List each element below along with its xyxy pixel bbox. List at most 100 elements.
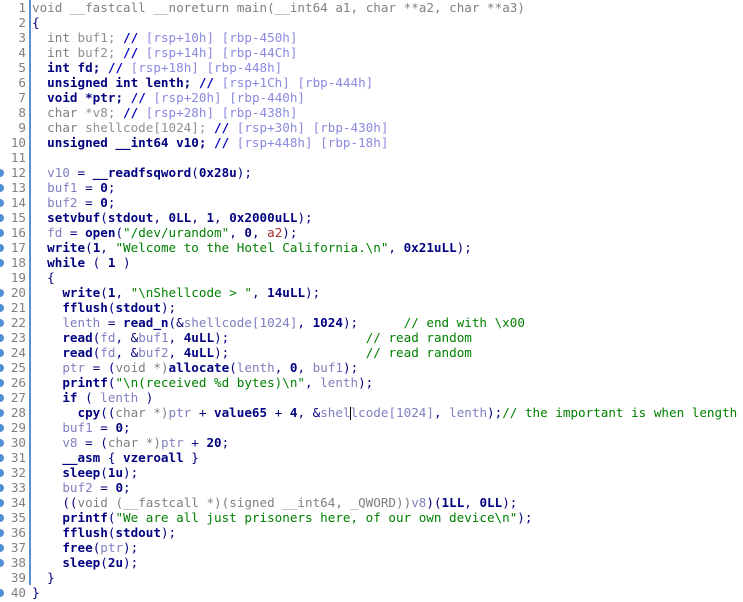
code-token[interactable]: fflush bbox=[62, 300, 108, 315]
code-token[interactable]: read bbox=[62, 330, 92, 345]
code-line[interactable]: 37 free(ptr); bbox=[0, 540, 743, 555]
code-token[interactable]: // end with \x00 bbox=[404, 315, 525, 330]
code-token[interactable]: __fastcall bbox=[70, 0, 153, 15]
code-text[interactable]: read(fd, &buf1, 4uLL); // read random bbox=[32, 330, 472, 345]
code-token[interactable]: ( bbox=[100, 210, 108, 225]
code-token[interactable]: 1 bbox=[206, 210, 214, 225]
code-token[interactable]: 14uLL bbox=[267, 285, 305, 300]
code-token[interactable]: v8 bbox=[411, 495, 426, 510]
code-line[interactable]: 15 setvbuf(stdout, 0LL, 1, 0x2000uLL); bbox=[0, 210, 743, 225]
code-token[interactable]: buf2 bbox=[62, 480, 92, 495]
code-token[interactable]: ; bbox=[108, 180, 116, 195]
code-token[interactable] bbox=[229, 330, 365, 345]
code-token[interactable]: , bbox=[100, 240, 115, 255]
code-token[interactable]: ; bbox=[123, 420, 131, 435]
code-token[interactable]: ; bbox=[115, 90, 130, 105]
code-token[interactable]: allocate bbox=[169, 360, 230, 375]
code-line[interactable]: 5 int fd; // [rsp+18h] [rbp-448h] bbox=[0, 60, 743, 75]
code-token[interactable] bbox=[32, 195, 47, 210]
code-token[interactable] bbox=[32, 330, 62, 345]
code-token[interactable]: , bbox=[297, 315, 312, 330]
code-line[interactable]: 4 int buf2; // [rsp+14h] [rbp-44Ch] bbox=[0, 45, 743, 60]
code-token[interactable]: // bbox=[123, 105, 138, 120]
code-token[interactable] bbox=[32, 420, 62, 435]
code-token[interactable]: *)( bbox=[206, 495, 229, 510]
code-line[interactable]: 16 fd = open("/dev/urandom", 0, a2); bbox=[0, 225, 743, 240]
code-token[interactable]: ( bbox=[267, 0, 275, 15]
code-token[interactable]: char bbox=[47, 105, 85, 120]
code-token[interactable]: // bbox=[123, 30, 138, 45]
code-token[interactable]: , bbox=[191, 210, 206, 225]
code-text[interactable]: setvbuf(stdout, 0LL, 1, 0x2000uLL); bbox=[32, 210, 312, 225]
code-token[interactable] bbox=[358, 315, 404, 330]
code-token[interactable]: = bbox=[100, 315, 123, 330]
code-line[interactable]: 18 while ( 1 ) bbox=[0, 255, 743, 270]
code-token[interactable]: char bbox=[115, 405, 153, 420]
code-token[interactable]: ptr bbox=[100, 540, 123, 555]
code-text[interactable]: unsigned __int64 v10; // [rsp+448h] [rbp… bbox=[32, 135, 388, 150]
code-token[interactable]: write bbox=[62, 285, 100, 300]
code-token[interactable]: } bbox=[32, 585, 40, 600]
code-token[interactable] bbox=[32, 465, 62, 480]
code-line[interactable]: 1 void __fastcall __noreturn main(__int64… bbox=[0, 0, 743, 15]
code-text[interactable]: buf1 = 0; bbox=[32, 420, 131, 435]
code-text[interactable]: ((void (__fastcall *)(signed __int64, _Q… bbox=[32, 495, 517, 510]
code-text[interactable]: void __fastcall __noreturn main(__int64 … bbox=[32, 0, 525, 15]
code-token[interactable]: lenth bbox=[62, 315, 100, 330]
code-line[interactable]: 25 ptr = (void *)allocate(lenth, 0, buf1… bbox=[0, 360, 743, 375]
code-token[interactable]: ); bbox=[123, 465, 138, 480]
code-token[interactable]: ); bbox=[214, 330, 229, 345]
code-token[interactable]: __noreturn bbox=[153, 0, 236, 15]
code-token[interactable]: { bbox=[100, 450, 123, 465]
code-text[interactable]: ptr = (void *)allocate(lenth, 0, buf1); bbox=[32, 360, 358, 375]
code-token[interactable] bbox=[32, 255, 47, 270]
code-token[interactable]: // bbox=[108, 60, 123, 75]
code-line[interactable]: 32 sleep(1u); bbox=[0, 465, 743, 480]
code-text[interactable]: sleep(2u); bbox=[32, 555, 138, 570]
code-token[interactable] bbox=[32, 540, 62, 555]
code-token[interactable]: void bbox=[115, 360, 153, 375]
code-token[interactable]: if bbox=[62, 390, 77, 405]
code-token[interactable]: ( bbox=[229, 360, 237, 375]
code-token[interactable]: ); bbox=[123, 540, 138, 555]
code-text[interactable]: fflush(stdout); bbox=[32, 525, 176, 540]
code-text[interactable]: cpy((char *)ptr + value65 + 4, &shellcod… bbox=[32, 405, 743, 420]
code-token[interactable]: read_n bbox=[123, 315, 169, 330]
code-line[interactable]: 28 cpy((char *)ptr + value65 + 4, &shell… bbox=[0, 405, 743, 420]
code-line[interactable]: 29 buf1 = 0; bbox=[0, 420, 743, 435]
code-token[interactable]: // read random bbox=[366, 345, 472, 360]
code-token[interactable]: [rsp+30h] [rbp-430h] bbox=[237, 120, 389, 135]
code-text[interactable]: v10 = __readfsqword(0x28u); bbox=[32, 165, 252, 180]
code-line[interactable]: 22 lenth = read_n(&shellcode[1024], 1024… bbox=[0, 315, 743, 330]
code-token[interactable]: char bbox=[108, 435, 146, 450]
code-token[interactable] bbox=[32, 555, 62, 570]
code-token[interactable]: 0x21uLL bbox=[404, 240, 457, 255]
code-token[interactable]: , bbox=[335, 495, 350, 510]
code-token[interactable]: buf2 bbox=[78, 45, 108, 60]
code-token[interactable]: [rsp+1Ch] [rbp-444h] bbox=[222, 75, 374, 90]
code-token[interactable]: ( bbox=[85, 255, 108, 270]
code-text[interactable]: read(fd, &buf2, 4uLL); // read random bbox=[32, 345, 472, 360]
code-token[interactable]: fd bbox=[100, 330, 115, 345]
code-token[interactable]: sleep bbox=[62, 555, 100, 570]
code-token[interactable]: setvbuf bbox=[47, 210, 100, 225]
code-token[interactable]: int bbox=[47, 30, 77, 45]
code-token[interactable]: (& bbox=[169, 315, 184, 330]
code-text[interactable]: { bbox=[32, 270, 55, 285]
code-line[interactable]: 6 unsigned int lenth; // [rsp+1Ch] [rbp-… bbox=[0, 75, 743, 90]
code-token[interactable]: , bbox=[115, 285, 130, 300]
code-token[interactable] bbox=[229, 345, 365, 360]
code-token[interactable]: + bbox=[184, 435, 207, 450]
code-token[interactable]: = bbox=[78, 180, 101, 195]
code-text[interactable]: lenth = read_n(&shellcode[1024], 1024); … bbox=[32, 315, 525, 330]
code-token[interactable]: { bbox=[32, 270, 55, 285]
code-token[interactable]: ( bbox=[191, 165, 199, 180]
code-token[interactable]: v10 bbox=[47, 165, 70, 180]
code-token[interactable]: ); bbox=[282, 225, 297, 240]
code-token[interactable]: ( bbox=[85, 240, 93, 255]
code-token[interactable]: ; bbox=[108, 45, 123, 60]
code-token[interactable]: // bbox=[214, 135, 229, 150]
code-line[interactable]: 27 if ( lenth ) bbox=[0, 390, 743, 405]
code-token[interactable]: *) bbox=[146, 435, 161, 450]
code-text[interactable]: while ( 1 ) bbox=[32, 255, 130, 270]
